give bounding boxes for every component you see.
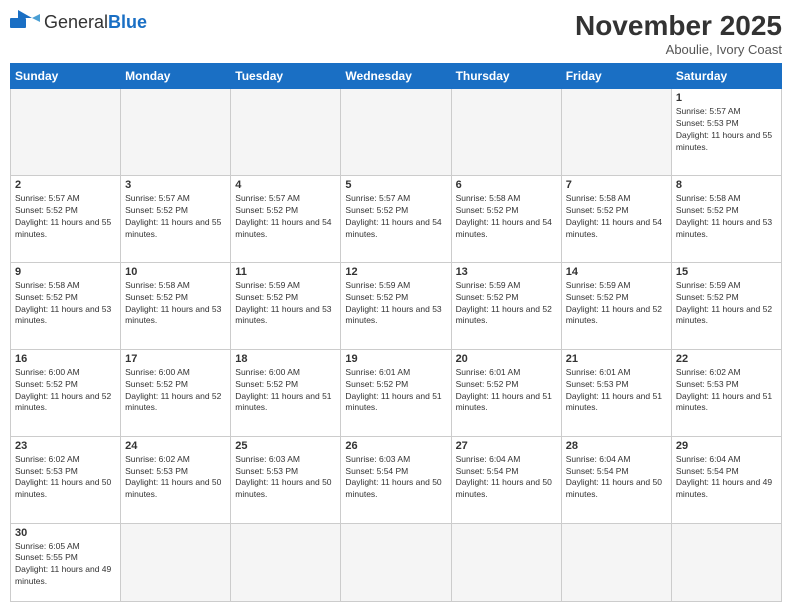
header: GeneralBlue November 2025 Aboulie, Ivory…: [10, 10, 782, 57]
calendar-row-1: 1 Sunrise: 5:57 AMSunset: 5:53 PMDayligh…: [11, 89, 782, 176]
day-9: 9 Sunrise: 5:58 AMSunset: 5:52 PMDayligh…: [11, 262, 121, 349]
empty-cell: [341, 523, 451, 601]
day-21: 21 Sunrise: 6:01 AMSunset: 5:53 PMDaylig…: [561, 349, 671, 436]
day-14: 14 Sunrise: 5:59 AMSunset: 5:52 PMDaylig…: [561, 262, 671, 349]
calendar-table: Sunday Monday Tuesday Wednesday Thursday…: [10, 63, 782, 602]
empty-cell: [451, 523, 561, 601]
empty-cell: [231, 523, 341, 601]
header-wednesday: Wednesday: [341, 64, 451, 89]
calendar-row-2: 2 Sunrise: 5:57 AMSunset: 5:52 PMDayligh…: [11, 175, 782, 262]
day-24: 24 Sunrise: 6:02 AMSunset: 5:53 PMDaylig…: [121, 436, 231, 523]
day-30: 30 Sunrise: 6:05 AMSunset: 5:55 PMDaylig…: [11, 523, 121, 601]
title-block: November 2025 Aboulie, Ivory Coast: [575, 10, 782, 57]
day-11: 11 Sunrise: 5:59 AMSunset: 5:52 PMDaylig…: [231, 262, 341, 349]
month-year: November 2025: [575, 10, 782, 42]
empty-cell: [121, 89, 231, 176]
day-22: 22 Sunrise: 6:02 AMSunset: 5:53 PMDaylig…: [671, 349, 781, 436]
day-23: 23 Sunrise: 6:02 AMSunset: 5:53 PMDaylig…: [11, 436, 121, 523]
logo-icon: [10, 10, 40, 34]
page: GeneralBlue November 2025 Aboulie, Ivory…: [0, 0, 792, 612]
day-29: 29 Sunrise: 6:04 AMSunset: 5:54 PMDaylig…: [671, 436, 781, 523]
day-26: 26 Sunrise: 6:03 AMSunset: 5:54 PMDaylig…: [341, 436, 451, 523]
calendar-row-5: 23 Sunrise: 6:02 AMSunset: 5:53 PMDaylig…: [11, 436, 782, 523]
day-13: 13 Sunrise: 5:59 AMSunset: 5:52 PMDaylig…: [451, 262, 561, 349]
empty-cell: [231, 89, 341, 176]
empty-cell: [561, 89, 671, 176]
day-7: 7 Sunrise: 5:58 AMSunset: 5:52 PMDayligh…: [561, 175, 671, 262]
day-5: 5 Sunrise: 5:57 AMSunset: 5:52 PMDayligh…: [341, 175, 451, 262]
empty-cell: [121, 523, 231, 601]
empty-cell: [11, 89, 121, 176]
calendar-row-6: 30 Sunrise: 6:05 AMSunset: 5:55 PMDaylig…: [11, 523, 782, 601]
day-6: 6 Sunrise: 5:58 AMSunset: 5:52 PMDayligh…: [451, 175, 561, 262]
empty-cell: [341, 89, 451, 176]
day-16: 16 Sunrise: 6:00 AMSunset: 5:52 PMDaylig…: [11, 349, 121, 436]
day-10: 10 Sunrise: 5:58 AMSunset: 5:52 PMDaylig…: [121, 262, 231, 349]
day-1: 1 Sunrise: 5:57 AMSunset: 5:53 PMDayligh…: [671, 89, 781, 176]
header-sunday: Sunday: [11, 64, 121, 89]
day-12: 12 Sunrise: 5:59 AMSunset: 5:52 PMDaylig…: [341, 262, 451, 349]
day-20: 20 Sunrise: 6:01 AMSunset: 5:52 PMDaylig…: [451, 349, 561, 436]
header-tuesday: Tuesday: [231, 64, 341, 89]
header-monday: Monday: [121, 64, 231, 89]
empty-cell: [561, 523, 671, 601]
day-27: 27 Sunrise: 6:04 AMSunset: 5:54 PMDaylig…: [451, 436, 561, 523]
calendar-row-3: 9 Sunrise: 5:58 AMSunset: 5:52 PMDayligh…: [11, 262, 782, 349]
header-saturday: Saturday: [671, 64, 781, 89]
day-2: 2 Sunrise: 5:57 AMSunset: 5:52 PMDayligh…: [11, 175, 121, 262]
day-3: 3 Sunrise: 5:57 AMSunset: 5:52 PMDayligh…: [121, 175, 231, 262]
logo-text: GeneralBlue: [44, 12, 147, 33]
location: Aboulie, Ivory Coast: [575, 42, 782, 57]
day-15: 15 Sunrise: 5:59 AMSunset: 5:52 PMDaylig…: [671, 262, 781, 349]
day-28: 28 Sunrise: 6:04 AMSunset: 5:54 PMDaylig…: [561, 436, 671, 523]
day-4: 4 Sunrise: 5:57 AMSunset: 5:52 PMDayligh…: [231, 175, 341, 262]
calendar-row-4: 16 Sunrise: 6:00 AMSunset: 5:52 PMDaylig…: [11, 349, 782, 436]
header-friday: Friday: [561, 64, 671, 89]
day-18: 18 Sunrise: 6:00 AMSunset: 5:52 PMDaylig…: [231, 349, 341, 436]
empty-cell: [671, 523, 781, 601]
logo: GeneralBlue: [10, 10, 147, 34]
day-17: 17 Sunrise: 6:00 AMSunset: 5:52 PMDaylig…: [121, 349, 231, 436]
day-19: 19 Sunrise: 6:01 AMSunset: 5:52 PMDaylig…: [341, 349, 451, 436]
empty-cell: [451, 89, 561, 176]
weekday-header-row: Sunday Monday Tuesday Wednesday Thursday…: [11, 64, 782, 89]
header-thursday: Thursday: [451, 64, 561, 89]
day-8: 8 Sunrise: 5:58 AMSunset: 5:52 PMDayligh…: [671, 175, 781, 262]
day-25: 25 Sunrise: 6:03 AMSunset: 5:53 PMDaylig…: [231, 436, 341, 523]
